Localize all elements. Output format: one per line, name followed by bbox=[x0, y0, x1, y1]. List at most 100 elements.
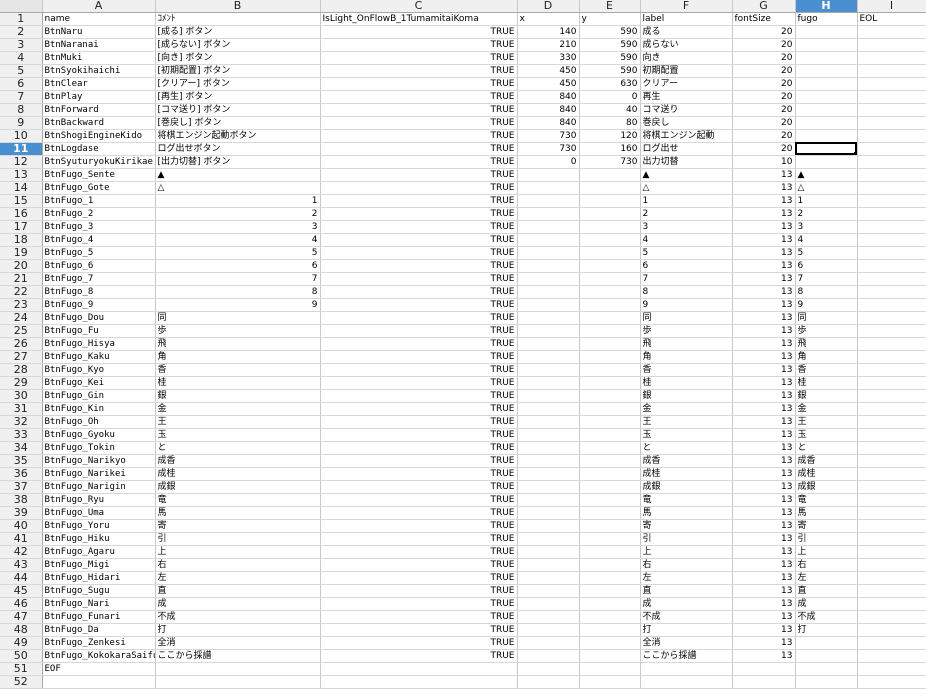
row-header[interactable]: 6 bbox=[0, 77, 43, 91]
cell-e[interactable] bbox=[579, 506, 641, 520]
cell-c[interactable]: TRUE bbox=[320, 402, 518, 416]
cell-i[interactable] bbox=[857, 428, 926, 442]
column-header-h[interactable]: H bbox=[795, 0, 858, 13]
cell-e[interactable] bbox=[579, 350, 641, 364]
cell-e[interactable] bbox=[579, 168, 641, 182]
cell-f[interactable]: 7 bbox=[640, 272, 733, 286]
cell-c[interactable]: TRUE bbox=[320, 649, 518, 663]
cell-a[interactable]: BtnSyuturyokuKirikae bbox=[42, 155, 156, 169]
cell-i[interactable] bbox=[857, 467, 926, 481]
cell-a[interactable]: BtnFugo_Zenkesi bbox=[42, 636, 156, 650]
column-header-a[interactable]: A bbox=[42, 0, 156, 13]
cell-b[interactable]: 金 bbox=[155, 402, 321, 416]
cell-d[interactable] bbox=[517, 610, 580, 624]
cell-e[interactable]: 120 bbox=[579, 129, 641, 143]
cell-c[interactable]: TRUE bbox=[320, 376, 518, 390]
cell-a[interactable]: BtnFugo_Tokin bbox=[42, 441, 156, 455]
cell-c[interactable]: TRUE bbox=[320, 636, 518, 650]
row-header[interactable]: 51 bbox=[0, 662, 43, 676]
cell-g[interactable]: 13 bbox=[732, 259, 796, 273]
cell-e[interactable] bbox=[579, 610, 641, 624]
cell-d[interactable] bbox=[517, 350, 580, 364]
cell-c[interactable]: TRUE bbox=[320, 467, 518, 481]
row-header[interactable]: 23 bbox=[0, 298, 43, 312]
cell-c[interactable]: TRUE bbox=[320, 129, 518, 143]
cell-d[interactable] bbox=[517, 259, 580, 273]
cell-c[interactable]: TRUE bbox=[320, 441, 518, 455]
row-header[interactable]: 11 bbox=[0, 142, 43, 156]
cell-c[interactable]: TRUE bbox=[320, 64, 518, 78]
row-header[interactable]: 52 bbox=[0, 675, 43, 689]
cell-e[interactable]: y bbox=[579, 12, 641, 26]
cell-h[interactable]: 飛 bbox=[795, 337, 858, 351]
cell-e[interactable]: 590 bbox=[579, 64, 641, 78]
cell-a[interactable]: BtnFugo_Kin bbox=[42, 402, 156, 416]
cell-i[interactable] bbox=[857, 259, 926, 273]
cell-h[interactable]: 1 bbox=[795, 194, 858, 208]
cell-h[interactable]: 直 bbox=[795, 584, 858, 598]
cell-c[interactable] bbox=[320, 675, 518, 689]
row-header[interactable]: 4 bbox=[0, 51, 43, 65]
row-header[interactable]: 25 bbox=[0, 324, 43, 338]
cell-i[interactable] bbox=[857, 597, 926, 611]
cell-h[interactable] bbox=[795, 103, 858, 117]
cell-e[interactable] bbox=[579, 233, 641, 247]
cell-d[interactable] bbox=[517, 519, 580, 533]
cell-b[interactable]: 将棋エンジン起動ボタン bbox=[155, 129, 321, 143]
cell-i[interactable] bbox=[857, 51, 926, 65]
cell-f[interactable]: 6 bbox=[640, 259, 733, 273]
cell-h[interactable]: 3 bbox=[795, 220, 858, 234]
cell-g[interactable]: 13 bbox=[732, 168, 796, 182]
cell-b[interactable]: ▲ bbox=[155, 168, 321, 182]
cell-g[interactable]: 13 bbox=[732, 350, 796, 364]
row-header[interactable]: 5 bbox=[0, 64, 43, 78]
cell-g[interactable]: 10 bbox=[732, 155, 796, 169]
cell-f[interactable]: 右 bbox=[640, 558, 733, 572]
cell-i[interactable] bbox=[857, 389, 926, 403]
row-header[interactable]: 46 bbox=[0, 597, 43, 611]
cell-b[interactable]: 打 bbox=[155, 623, 321, 637]
cell-a[interactable]: BtnFugo_Da bbox=[42, 623, 156, 637]
cell-i[interactable] bbox=[857, 233, 926, 247]
cell-b[interactable]: 王 bbox=[155, 415, 321, 429]
cell-d[interactable] bbox=[517, 545, 580, 559]
cell-e[interactable]: 0 bbox=[579, 90, 641, 104]
cell-b[interactable]: [再生] ボタン bbox=[155, 90, 321, 104]
cell-c[interactable]: TRUE bbox=[320, 103, 518, 117]
cell-f[interactable]: 4 bbox=[640, 233, 733, 247]
cell-e[interactable] bbox=[579, 324, 641, 338]
cell-a[interactable]: BtnFugo_6 bbox=[42, 259, 156, 273]
cell-g[interactable]: 13 bbox=[732, 584, 796, 598]
cell-i[interactable] bbox=[857, 155, 926, 169]
cell-h[interactable]: 6 bbox=[795, 259, 858, 273]
row-header[interactable]: 20 bbox=[0, 259, 43, 273]
cell-i[interactable] bbox=[857, 402, 926, 416]
cell-f[interactable]: 不成 bbox=[640, 610, 733, 624]
cell-b[interactable]: 右 bbox=[155, 558, 321, 572]
cell-f[interactable]: 2 bbox=[640, 207, 733, 221]
cell-d[interactable] bbox=[517, 298, 580, 312]
cell-d[interactable]: 840 bbox=[517, 90, 580, 104]
cell-d[interactable] bbox=[517, 415, 580, 429]
cell-e[interactable] bbox=[579, 532, 641, 546]
cell-a[interactable]: BtnFugo_Fu bbox=[42, 324, 156, 338]
cell-h[interactable]: 4 bbox=[795, 233, 858, 247]
cell-c[interactable]: TRUE bbox=[320, 584, 518, 598]
cell-a[interactable]: BtnFugo_Gin bbox=[42, 389, 156, 403]
cell-b[interactable] bbox=[155, 662, 321, 676]
cell-c[interactable]: TRUE bbox=[320, 558, 518, 572]
cell-d[interactable]: 140 bbox=[517, 25, 580, 39]
cell-f[interactable]: label bbox=[640, 12, 733, 26]
cell-b[interactable] bbox=[155, 675, 321, 689]
cell-h[interactable]: 角 bbox=[795, 350, 858, 364]
cell-a[interactable]: BtnFugo_Kyo bbox=[42, 363, 156, 377]
cell-a[interactable]: BtnFugo_Oh bbox=[42, 415, 156, 429]
row-header[interactable]: 8 bbox=[0, 103, 43, 117]
cell-a[interactable]: BtnFugo_Kaku bbox=[42, 350, 156, 364]
cell-d[interactable] bbox=[517, 623, 580, 637]
cell-f[interactable]: 香 bbox=[640, 363, 733, 377]
cell-e[interactable] bbox=[579, 623, 641, 637]
cell-h[interactable]: と bbox=[795, 441, 858, 455]
cell-e[interactable]: 730 bbox=[579, 155, 641, 169]
cell-c[interactable]: TRUE bbox=[320, 311, 518, 325]
